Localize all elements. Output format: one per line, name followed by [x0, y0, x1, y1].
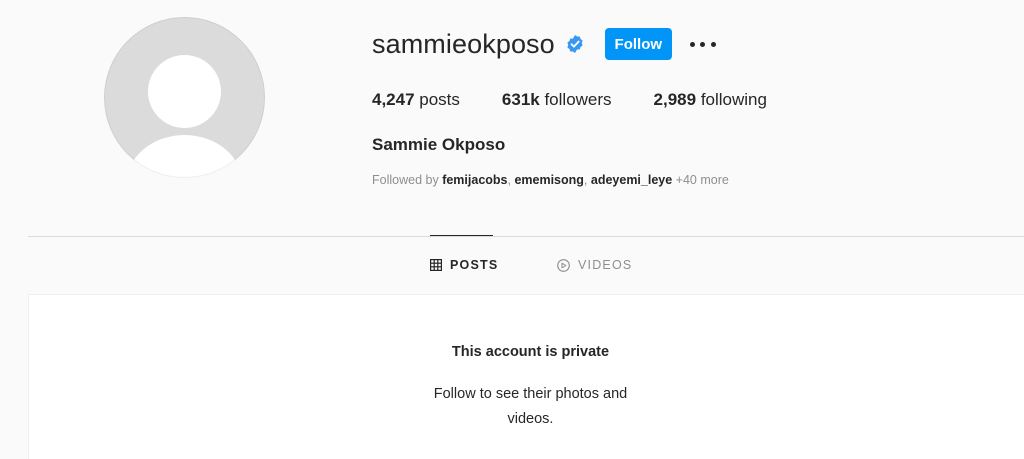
active-tab-indicator — [430, 235, 493, 236]
dot — [710, 41, 716, 47]
private-message-line: videos. — [507, 411, 554, 427]
dot — [689, 41, 695, 47]
follow-button[interactable]: Follow — [604, 28, 672, 60]
tab-videos[interactable]: VIDEOS — [557, 258, 632, 272]
profile-full-name: Sammie Okposo — [372, 135, 506, 154]
profile-header-row: sammieokposo Follow — [372, 27, 716, 61]
following-stat[interactable]: 2,989 following — [654, 90, 767, 110]
following-label: following — [696, 90, 767, 109]
play-circle-icon — [557, 258, 570, 272]
tab-posts-label: POSTS — [450, 258, 499, 272]
avatar-ring — [104, 17, 265, 178]
posts-label: posts — [414, 90, 460, 109]
followed-by-user[interactable]: adeyemi_leye — [591, 173, 672, 187]
followed-by-user[interactable]: ememisong — [514, 173, 583, 187]
profile-page: sammieokposo Follow 4,247 posts 631k fol… — [0, 0, 1024, 459]
verified-badge-icon — [565, 34, 585, 54]
followers-stat[interactable]: 631k followers — [502, 90, 612, 110]
private-account-panel: This account is private Follow to see th… — [28, 294, 1024, 459]
posts-count: 4,247 — [372, 90, 415, 109]
dot — [700, 41, 706, 47]
profile-username: sammieokposo — [372, 28, 555, 59]
tabs-divider — [28, 236, 1024, 237]
private-message-line: Follow to see their photos and — [433, 386, 628, 402]
grid-icon — [430, 259, 442, 271]
followed-by-prefix: Followed by — [372, 173, 443, 187]
posts-stat: 4,247 posts — [372, 90, 460, 110]
followed-by-user[interactable]: femijacobs — [442, 173, 507, 187]
tab-videos-label: VIDEOS — [578, 258, 633, 272]
profile-avatar[interactable] — [104, 17, 265, 178]
followers-count: 631k — [501, 90, 540, 109]
followers-label: followers — [539, 90, 612, 109]
private-account-message: Follow to see their photos and videos. — [29, 382, 1024, 432]
followed-by-more: +40 more — [672, 173, 729, 187]
more-options-icon[interactable] — [689, 34, 716, 54]
private-account-title: This account is private — [451, 344, 610, 360]
profile-stats: 4,247 posts 631k followers 2,989 followi… — [372, 90, 809, 110]
separator: , — [583, 173, 591, 187]
tab-posts[interactable]: POSTS — [430, 258, 498, 272]
following-count: 2,989 — [653, 90, 697, 109]
followed-by[interactable]: Followed by femijacobs, ememisong, adeye… — [372, 173, 729, 187]
